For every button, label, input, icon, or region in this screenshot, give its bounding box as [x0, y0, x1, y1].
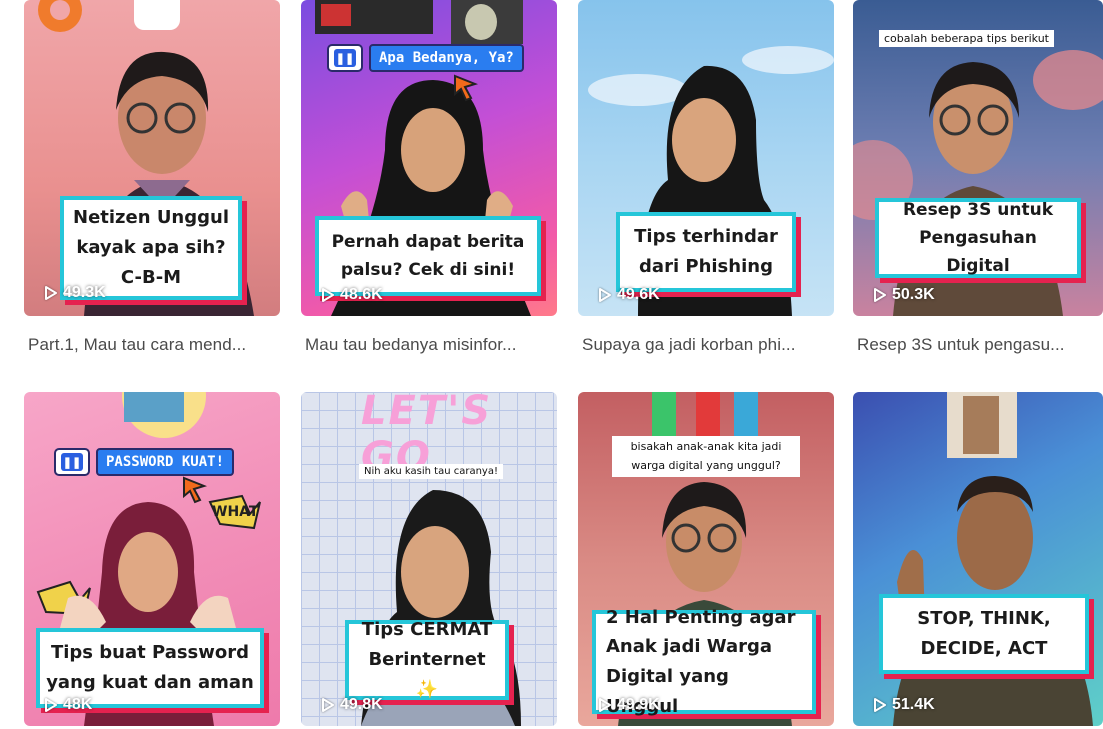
view-count: 48K	[44, 696, 92, 714]
play-outline-icon	[599, 288, 611, 302]
title-overlay: Tips terhindar dari Phishing	[616, 212, 796, 292]
title-overlay-text: Resep 3S untuk Pengasuhan Digital	[902, 199, 1054, 277]
play-outline-icon	[322, 698, 334, 712]
view-count-text: 51.4K	[892, 696, 935, 713]
video-thumbnail[interactable]: cobalah beberapa tips berikut Resep 3S u…	[853, 0, 1103, 316]
sticker: WHAT	[212, 504, 259, 520]
title-overlay-text: STOP, THINK, DECIDE, ACT	[917, 608, 1051, 659]
cursor-arrow-icon	[183, 476, 208, 504]
video-thumbnail[interactable]: ❚❚ Apa Bedanya, Ya? Pernah dapat berita …	[301, 0, 557, 316]
view-count: 49.3K	[44, 284, 106, 302]
play-outline-icon	[45, 286, 57, 300]
video-thumbnail[interactable]: Netizen Unggul kayak apa sih? C-B-M 49.3…	[24, 0, 280, 316]
topic-badge-text: Apa Bedanya, Ya?	[369, 44, 524, 72]
title-overlay-text: Tips buat Password yang kuat dan aman	[46, 642, 254, 693]
view-count-text: 49.3K	[63, 284, 106, 301]
topic-badge: ❚❚ Apa Bedanya, Ya?	[327, 44, 524, 72]
view-count: 49.8K	[321, 696, 383, 714]
top-note: bisakah anak-anak kita jadi warga digita…	[612, 436, 800, 478]
view-count: 48.6K	[321, 286, 383, 304]
topic-badge-text: PASSWORD KUAT!	[96, 448, 235, 476]
play-outline-icon	[45, 698, 57, 712]
title-overlay: STOP, THINK, DECIDE, ACT	[879, 594, 1089, 674]
view-count: 50.3K	[873, 286, 935, 304]
view-count-text: 49.6K	[617, 286, 660, 303]
title-overlay: Resep 3S untuk Pengasuhan Digital	[875, 198, 1081, 278]
view-count: 51.4K	[873, 696, 935, 714]
title-overlay: Tips CERMAT Berinternet ✨	[345, 619, 509, 700]
view-count-text: 48.6K	[340, 286, 383, 303]
play-outline-icon	[599, 698, 611, 712]
topic-badge: ❚❚ PASSWORD KUAT!	[54, 448, 235, 476]
video-thumbnail[interactable]: STOP, THINK, DECIDE, ACT 51.4K	[853, 392, 1103, 726]
top-note: Nih aku kasih tau caranya!	[359, 464, 503, 479]
pause-icon: ❚❚	[327, 44, 363, 72]
view-count-text: 49.9K	[617, 696, 660, 713]
title-overlay-text: Netizen Unggul kayak apa sih? C-B-M	[73, 207, 229, 288]
video-thumbnail[interactable]: LET'S GO Nih aku kasih tau caranya! Tips…	[301, 392, 557, 726]
video-caption[interactable]: Resep 3S untuk pengasu...	[857, 335, 1103, 355]
title-overlay-text: Tips terhindar dari Phishing	[634, 226, 778, 277]
pause-icon: ❚❚	[54, 448, 90, 476]
view-count-text: 48K	[63, 696, 93, 713]
cursor-arrow-icon	[454, 74, 479, 102]
presenter-figure	[893, 392, 1093, 726]
play-outline-icon	[874, 288, 886, 302]
title-overlay-text: Tips CERMAT Berinternet ✨	[361, 619, 493, 700]
view-count-text: 50.3K	[892, 286, 935, 303]
video-caption[interactable]: Supaya ga jadi korban phi...	[582, 335, 832, 355]
title-overlay-text: Pernah dapat berita palsu? Cek di sini!	[331, 231, 525, 280]
view-count: 49.9K	[598, 696, 660, 714]
video-caption[interactable]: Part.1, Mau tau cara mend...	[28, 335, 278, 355]
video-thumbnail[interactable]: bisakah anak-anak kita jadi warga digita…	[578, 392, 834, 726]
video-caption[interactable]: Mau tau bedanya misinfor...	[305, 335, 555, 355]
video-grid: Netizen Unggul kayak apa sih? C-B-M 49.3…	[0, 0, 1103, 729]
video-thumbnail[interactable]: Tips terhindar dari Phishing 49.6K	[578, 0, 834, 316]
view-count-text: 49.8K	[340, 696, 383, 713]
view-count: 49.6K	[598, 286, 660, 304]
top-note: cobalah beberapa tips berikut	[879, 30, 1054, 47]
video-thumbnail[interactable]: ❚❚ PASSWORD KUAT! WHAT Tips buat Passwor…	[24, 392, 280, 726]
title-overlay: Pernah dapat berita palsu? Cek di sini!	[315, 216, 541, 296]
play-outline-icon	[874, 698, 886, 712]
play-outline-icon	[322, 288, 334, 302]
